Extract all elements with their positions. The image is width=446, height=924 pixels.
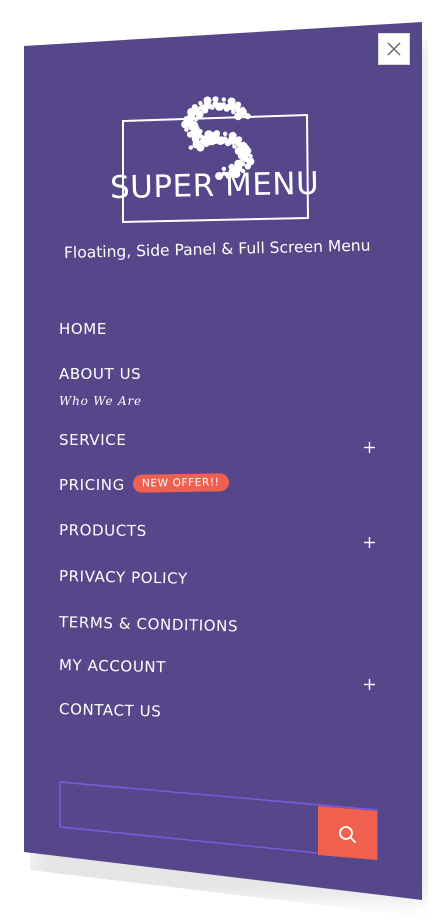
menu-item-pricing[interactable]: PRICING <box>59 476 125 494</box>
menu-item-home[interactable]: HOME <box>59 320 107 338</box>
products-expand-plus-icon[interactable] <box>363 536 376 549</box>
menu-item-privacy-policy[interactable]: PRIVACY POLICY <box>59 567 188 588</box>
menu-item-about-us[interactable]: ABOUT US <box>59 365 141 383</box>
menu-item-contact-us[interactable]: CONTACT US <box>59 700 162 720</box>
menu-item-about-us-subtitle: Who We Are <box>59 394 142 408</box>
search-button[interactable] <box>318 806 377 860</box>
menu-screenshot: SUPER MENU Floating, Side Panel & Full S… <box>0 0 446 924</box>
menu-item-products[interactable]: PRODUCTS <box>59 521 147 540</box>
menu-item-terms-conditions[interactable]: TERMS & CONDITIONS <box>59 613 239 635</box>
menu-item-my-account[interactable]: MY ACCOUNT <box>59 656 166 676</box>
my-account-expand-plus-icon[interactable] <box>363 678 376 691</box>
service-expand-plus-icon[interactable] <box>363 441 376 454</box>
search-form <box>59 781 378 860</box>
new-offer-badge: NEW OFFER!! <box>132 473 229 493</box>
menu-item-service[interactable]: SERVICE <box>59 431 126 449</box>
